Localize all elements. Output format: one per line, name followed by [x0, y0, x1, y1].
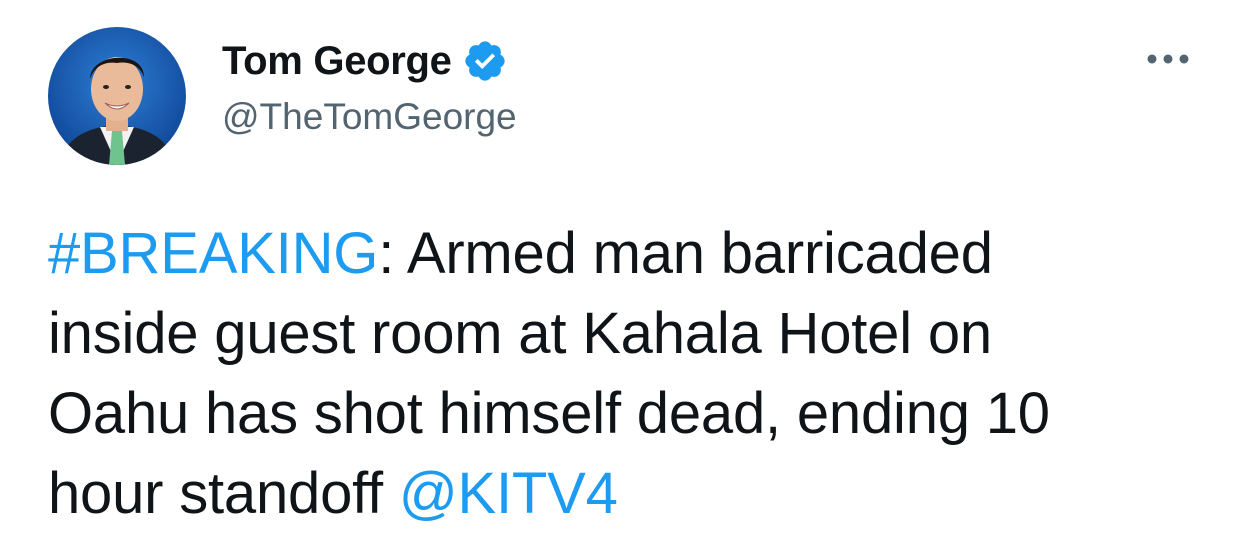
- tweet-line-4: hour standoff @KITV4: [48, 454, 1218, 534]
- hashtag-link[interactable]: #BREAKING: [48, 221, 378, 286]
- profile-photo-icon: [48, 27, 186, 165]
- tweet-body: #BREAKING: Armed man barricaded inside g…: [48, 214, 1218, 534]
- mention-link[interactable]: @KITV4: [399, 461, 618, 526]
- tweet-line-2: inside guest room at Kahala Hotel on: [48, 301, 992, 366]
- tweet-line-1: #BREAKING: Armed man barricaded: [48, 214, 1218, 294]
- author-avatar[interactable]: [48, 27, 186, 165]
- author-name-row: Tom George: [222, 38, 508, 84]
- tweet-card: Tom George @TheTomGeorge #BREAKING: Arme…: [0, 0, 1242, 534]
- tweet-text-segment: hour standoff: [48, 461, 399, 526]
- tweet-line-3: Oahu has shot himself dead, ending 10: [48, 381, 1050, 446]
- verified-badge-icon: [462, 38, 508, 84]
- tweet-text-segment: : Armed man barricaded: [378, 221, 993, 286]
- author-display-name[interactable]: Tom George: [222, 39, 452, 84]
- author-handle[interactable]: @TheTomGeorge: [222, 96, 517, 138]
- more-options-icon[interactable]: [1143, 46, 1193, 72]
